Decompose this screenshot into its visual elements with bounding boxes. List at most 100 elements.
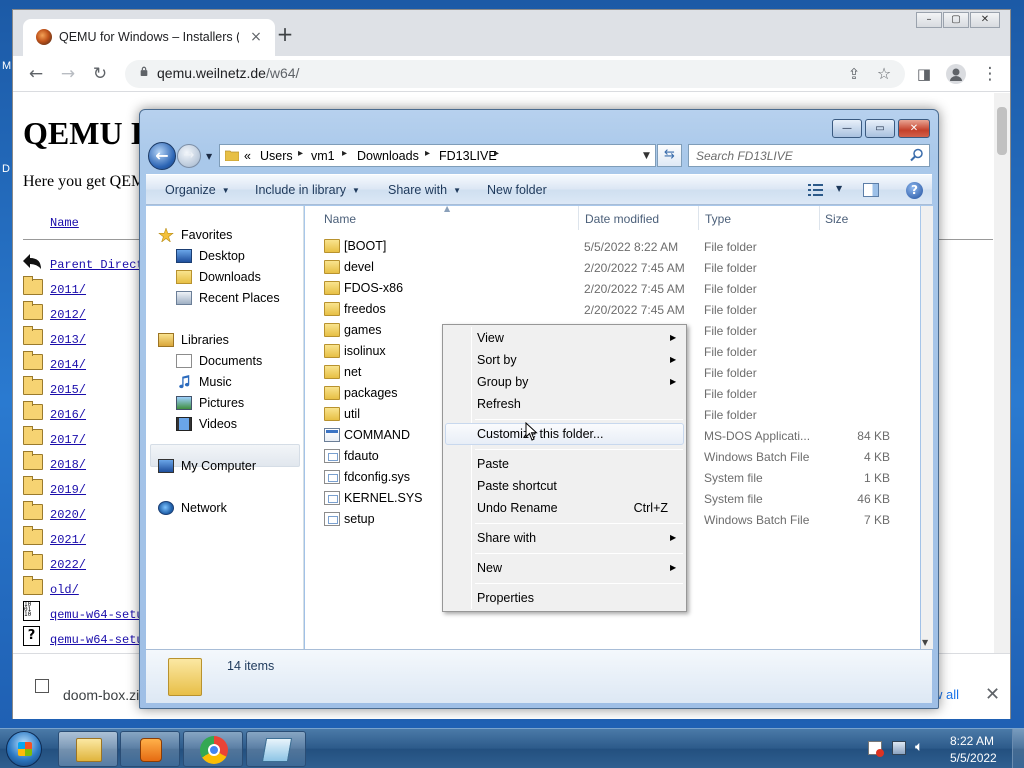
profile-avatar-icon[interactable] [946,64,966,84]
close-downloads-bar-icon[interactable]: ✕ [985,684,1000,705]
start-button[interactable] [6,731,42,767]
menu-item-paste-shortcut[interactable]: Paste shortcut [445,475,684,497]
volume-icon[interactable]: 🔈︎ [915,739,929,755]
explorer-close-button[interactable]: ✕ [898,119,930,138]
directory-entry-link[interactable]: 2013/ [50,333,86,347]
share-icon[interactable]: ⇪ [843,63,865,85]
menu-item-customize-folder[interactable]: Customize this folder... [445,423,684,445]
scroll-down-arrow-icon[interactable]: ▼ [922,638,928,647]
download-item[interactable]: doom-box.zip [63,687,147,703]
page-scrollbar-thumb[interactable] [997,107,1007,155]
directory-entry-link[interactable]: 2021/ [50,533,86,547]
breadcrumb-downloads[interactable]: Downloads [357,149,419,163]
directory-entry-link[interactable]: 2014/ [50,358,86,372]
include-in-library-button[interactable]: Include in library ▼ [255,183,360,197]
explorer-address-bar[interactable]: « Users ▸ vm1 ▸ Downloads ▸ FD13LIVE ▸ ▼ [219,144,656,167]
directory-entry-link[interactable]: qemu-w64-setu [50,608,144,622]
menu-item-sort-by[interactable]: Sort by ▶ [445,349,684,371]
reload-icon[interactable]: ↻ [89,63,111,85]
share-with-button[interactable]: Share with ▼ [388,183,461,197]
chevron-down-icon[interactable]: ▼ [643,151,650,161]
show-desktop-button[interactable] [1012,729,1024,768]
chevron-down-icon[interactable]: ▼ [836,184,842,193]
directory-entry-link[interactable]: old/ [50,583,79,597]
directory-entry-link[interactable]: 2011/ [50,283,86,297]
view-options-icon[interactable] [808,183,824,197]
taskbar-media-player-button[interactable] [120,731,180,767]
menu-item-share-with[interactable]: Share with ▶ [445,527,684,549]
directory-entry-link[interactable]: 2016/ [50,408,86,422]
file-row[interactable]: devel 2/20/2022 7:45 AM File folder [305,257,920,278]
side-panel-icon[interactable]: ◨ [913,63,935,85]
chevron-right-icon[interactable]: ▸ [494,148,499,159]
taskbar-chrome-button[interactable] [183,731,243,767]
column-header-name[interactable]: Name [324,212,356,226]
column-divider[interactable] [819,206,820,230]
menu-item-group-by[interactable]: Group by ▶ [445,371,684,393]
column-divider[interactable] [698,206,699,230]
search-icon[interactable] [910,148,924,162]
bookmark-star-icon[interactable]: ☆ [873,63,895,85]
address-bar[interactable]: qemu.weilnetz.de/w64/ ⇪ ☆ [125,60,905,88]
taskbar-notepad-button[interactable] [246,731,306,767]
action-center-flag-icon[interactable] [868,741,884,757]
new-folder-button[interactable]: New folder [487,183,547,197]
column-header-date[interactable]: Date modified [585,212,659,226]
menu-item-view[interactable]: View ▶ [445,327,684,349]
file-row[interactable]: freedos 2/20/2022 7:45 AM File folder [305,299,920,320]
chevron-right-icon[interactable]: ▸ [298,148,303,159]
menu-kebab-icon[interactable]: ⋮ [979,63,1001,85]
lock-icon[interactable] [139,66,149,76]
directory-entry-link[interactable]: 2019/ [50,483,86,497]
breadcrumb-fd13live[interactable]: FD13LIVE [439,149,497,163]
menu-item-refresh[interactable]: Refresh [445,393,684,415]
back-arrow-icon[interactable]: ← [148,142,176,170]
forward-arrow-icon[interactable]: → [57,63,79,85]
column-divider[interactable] [578,206,579,230]
directory-entry-link[interactable]: Parent Direct [50,258,144,272]
explorer-maximize-button[interactable]: ▭ [865,119,895,138]
forward-arrow-icon[interactable]: → [177,144,201,168]
directory-entry-link[interactable]: 2020/ [50,508,86,522]
organize-button[interactable]: Organize ▼ [165,183,230,197]
file-list-scrollbar[interactable]: ▼ [921,206,933,649]
directory-entry-link[interactable]: 2012/ [50,308,86,322]
recent-pages-chevron-icon[interactable]: ▼ [206,152,214,161]
clock-date[interactable]: 5/5/2022 [950,751,997,765]
page-scrollbar[interactable] [994,93,1010,653]
tab-close-icon[interactable]: × [247,28,265,46]
directory-entry-link[interactable]: 2017/ [50,433,86,447]
directory-entry-link[interactable]: 2015/ [50,383,86,397]
clock-time[interactable]: 8:22 AM [950,734,994,748]
directory-entry-link[interactable]: qemu-w64-setu [50,633,144,647]
new-tab-button[interactable]: + [275,24,295,44]
network-status-icon[interactable] [892,741,906,755]
taskbar-explorer-button[interactable] [58,731,118,767]
directory-entry-link[interactable]: 2022/ [50,558,86,572]
chevron-right-icon[interactable]: ▸ [342,148,347,159]
column-header-size[interactable]: Size [825,212,848,226]
menu-item-paste[interactable]: Paste [445,453,684,475]
breadcrumb-users[interactable]: Users [260,149,293,163]
browser-tab[interactable]: QEMU for Windows – Installers ( × [23,19,275,56]
breadcrumb-overflow[interactable]: « [244,149,251,163]
file-row[interactable]: [BOOT] 5/5/2022 8:22 AM File folder [305,236,920,257]
back-arrow-icon[interactable]: ← [25,63,47,85]
search-input[interactable]: Search FD13LIVE [688,144,930,167]
directory-entry-link[interactable]: 2018/ [50,458,86,472]
menu-item-properties[interactable]: Properties [445,587,684,609]
menu-item-undo-rename[interactable]: Undo Rename Ctrl+Z [445,497,684,519]
name-column-sort-link[interactable]: Name [50,216,79,230]
browser-minimize-button[interactable]: – [916,12,942,28]
chevron-right-icon[interactable]: ▸ [425,148,430,159]
refresh-button[interactable]: ⇆ [657,144,682,167]
menu-item-new[interactable]: New ▶ [445,557,684,579]
explorer-minimize-button[interactable]: — [832,119,862,138]
file-row[interactable]: FDOS-x86 2/20/2022 7:45 AM File folder [305,278,920,299]
preview-pane-icon[interactable] [863,183,879,197]
browser-maximize-button[interactable]: ▢ [943,12,969,28]
browser-close-button[interactable]: ✕ [970,12,1000,28]
column-header-type[interactable]: Type [705,212,731,226]
breadcrumb-vm1[interactable]: vm1 [311,149,335,163]
help-icon[interactable]: ? [906,182,923,199]
